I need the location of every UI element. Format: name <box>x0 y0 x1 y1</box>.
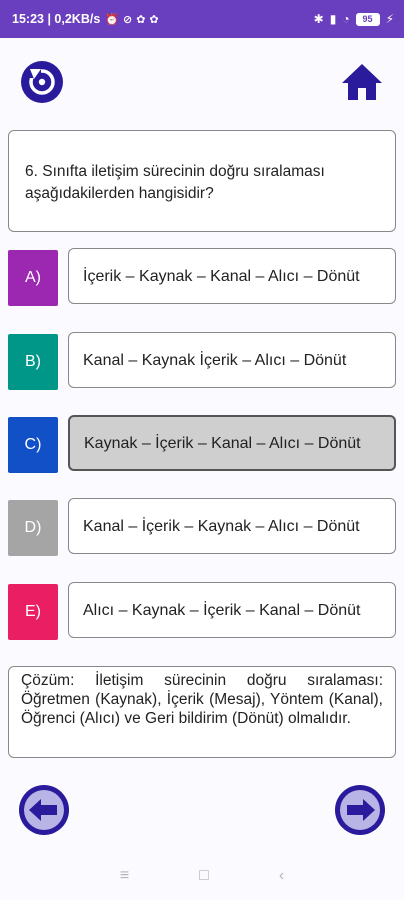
option-letter[interactable]: C) <box>8 417 58 473</box>
status-left: 15:23 | 0,2KB/s ⏰ ⊘ ✿ ✿ <box>12 12 159 26</box>
menu-icon[interactable]: ≡ <box>120 867 129 885</box>
option-d[interactable]: D) Kanal – İçerik – Kaynak – Alıcı – Dön… <box>8 498 396 556</box>
bluetooth-icon: ✱ <box>313 12 324 26</box>
option-a[interactable]: A) İçerik – Kaynak – Kanal – Alıcı – Dön… <box>8 248 396 306</box>
home-nav-icon[interactable]: □ <box>199 867 209 885</box>
option-text[interactable]: Kaynak – İçerik – Kanal – Alıcı – Dönüt <box>68 415 396 471</box>
question-box: 6. Sınıfta iletişim sürecinin doğru sıra… <box>8 130 396 232</box>
option-text[interactable]: Kanal – İçerik – Kaynak – Alıcı – Dönüt <box>68 498 396 554</box>
option-b[interactable]: B) Kanal – Kaynak İçerik – Alıcı – Dönüt <box>8 332 396 390</box>
solution-text: Çözüm: İletişim sürecinin doğru sıralama… <box>21 672 383 727</box>
back-nav-icon[interactable]: ‹ <box>279 867 284 885</box>
option-letter[interactable]: B) <box>8 334 58 390</box>
app-icon: ✿ <box>149 13 159 26</box>
option-e[interactable]: E) Alıcı – Kaynak – İçerik – Kanal – Dön… <box>8 582 396 640</box>
option-c[interactable]: C) Kaynak – İçerik – Kanal – Alıcı – Dön… <box>8 415 396 473</box>
arrow-right-icon[interactable] <box>334 784 386 836</box>
option-letter[interactable]: D) <box>8 500 58 556</box>
app-icon: ✿ <box>136 13 146 26</box>
charging-icon: ⚡ <box>385 12 394 26</box>
restart-icon[interactable] <box>20 60 64 104</box>
battery-icon: 95 <box>355 12 380 26</box>
option-text[interactable]: Kanal – Kaynak İçerik – Alıcı – Dönüt <box>68 332 396 388</box>
status-time: 15:23 | 0,2KB/s <box>12 12 101 26</box>
status-notification-icons: ⏰ ⊘ ✿ ✿ <box>105 13 158 26</box>
option-text[interactable]: İçerik – Kaynak – Kanal – Alıcı – Dönüt <box>68 248 396 304</box>
question-text: 6. Sınıfta iletişim sürecinin doğru sıra… <box>25 163 325 202</box>
home-icon[interactable] <box>340 60 384 104</box>
wifi-icon: ◔ <box>342 12 350 26</box>
solution-box: Çözüm: İletişim sürecinin doğru sıralama… <box>8 666 396 758</box>
alarm-icon: ⏰ <box>105 13 119 26</box>
option-letter[interactable]: E) <box>8 584 58 640</box>
arrow-left-icon[interactable] <box>18 784 70 836</box>
app-icon: ⊘ <box>122 13 133 26</box>
option-text[interactable]: Alıcı – Kaynak – İçerik – Kanal – Dönüt <box>68 582 396 638</box>
status-right: ✱ ▮ ◔ 95 ⚡ <box>314 12 394 26</box>
status-bar: 15:23 | 0,2KB/s ⏰ ⊘ ✿ ✿ ✱ ▮ ◔ 95 ⚡ <box>0 0 404 38</box>
option-letter[interactable]: A) <box>8 250 58 306</box>
signal-icon: ▮ <box>329 12 337 26</box>
system-nav-bar: ≡ □ ‹ <box>0 852 404 900</box>
